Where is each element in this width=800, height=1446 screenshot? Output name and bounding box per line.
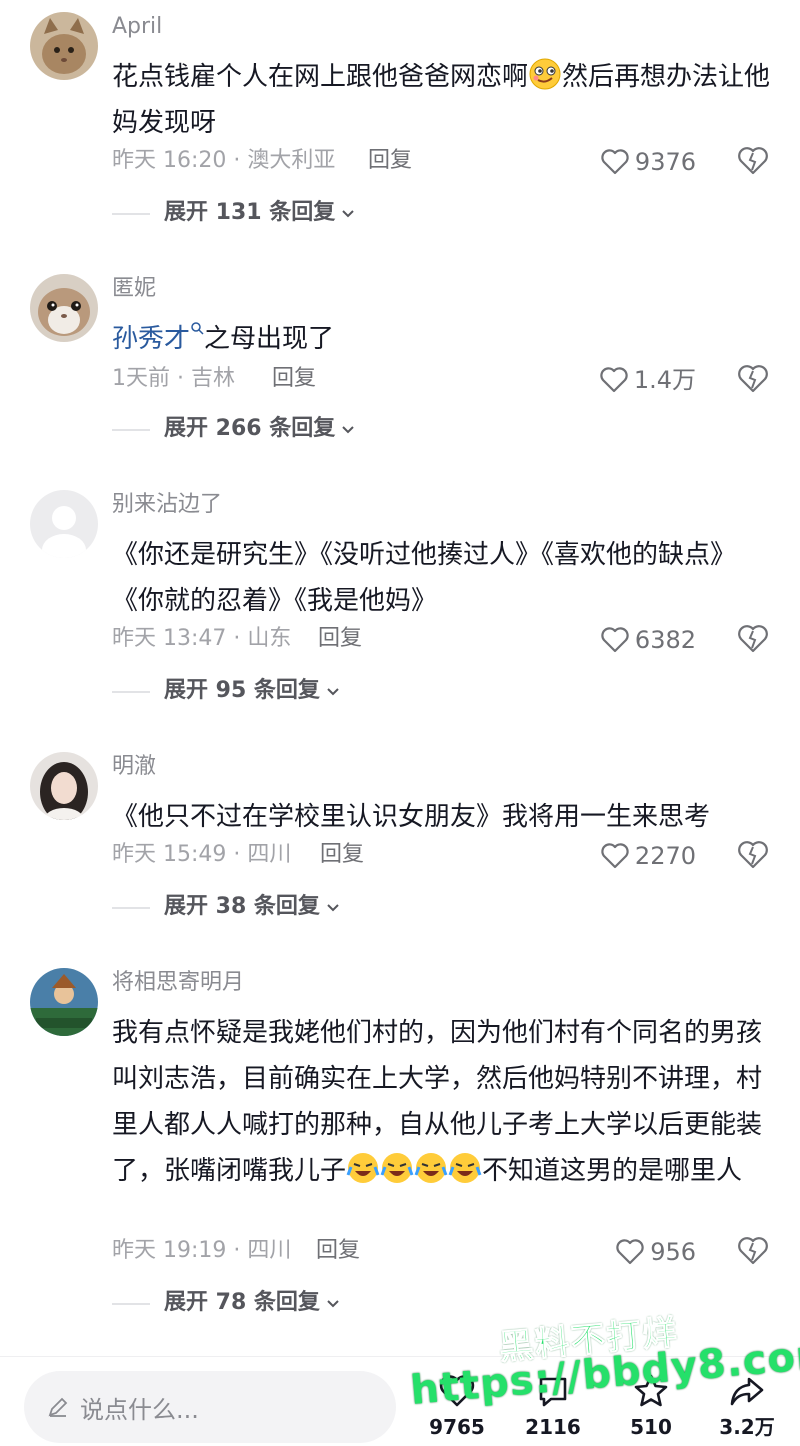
comment-meta: 昨天 13:47 · 山东 回复 (112, 624, 362, 654)
comment-text: 《他只不过在学校里认识女朋友》我将用一生来思考 (112, 802, 711, 832)
dislike-icon[interactable] (736, 838, 770, 872)
chevron-down-icon (342, 426, 354, 434)
like-button[interactable]: 9376 (599, 146, 696, 178)
reply-button[interactable]: 回复 (368, 146, 412, 176)
avatar[interactable] (30, 12, 98, 80)
watermark: 黑料不打烊 https://bbdy8.com (405, 1288, 800, 1446)
like-count: 9376 (634, 148, 696, 176)
comment-meta: 昨天 16:20 · 澳大利亚 回复 (112, 146, 412, 176)
dislike-icon[interactable] (736, 622, 770, 656)
heart-outline-icon (601, 843, 629, 869)
heart-outline-icon (600, 367, 628, 393)
chevron-down-icon (327, 688, 339, 696)
avatar[interactable] (30, 968, 98, 1036)
avatar[interactable] (30, 752, 98, 820)
heart-outline-icon (601, 149, 629, 175)
comment-input-placeholder: 说点什么... (80, 1395, 199, 1424)
pencil-icon (48, 1397, 68, 1417)
expand-replies-button[interactable]: 展开 131 条回复 (112, 198, 357, 228)
search-icon (191, 322, 204, 335)
like-button[interactable]: 6382 (599, 624, 696, 656)
username[interactable]: 别来沾边了 (112, 490, 222, 520)
search-link[interactable]: 孙秀才 (112, 324, 190, 354)
divider-line (112, 691, 150, 693)
divider-line (112, 213, 150, 215)
like-button[interactable]: 2270 (599, 840, 696, 872)
dislike-icon[interactable] (736, 1234, 770, 1268)
comment-text: 花点钱雇个人在网上跟他爸爸网恋啊 然后再想办法让他妈发现呀 (112, 54, 772, 146)
comment-meta: 昨天 19:19 · 四川 回复 (112, 1236, 360, 1266)
chevron-down-icon (327, 904, 339, 912)
dislike-icon[interactable] (736, 362, 770, 396)
comment-meta: 1天前 · 吉林 回复 (112, 364, 316, 394)
username[interactable]: 将相思寄明月 (112, 968, 244, 998)
chevron-down-icon (327, 1300, 339, 1308)
like-button[interactable]: 1.4万 (598, 364, 696, 396)
avatar[interactable] (30, 274, 98, 342)
username[interactable]: 匿妮 (112, 274, 156, 304)
heart-outline-icon (616, 1239, 644, 1265)
comment-input[interactable]: 说点什么... (24, 1371, 396, 1443)
expand-replies-button[interactable]: 展开 95 条回复 (112, 676, 342, 706)
like-count: 956 (650, 1238, 696, 1266)
like-button[interactable]: 956 (614, 1236, 696, 1268)
dislike-icon[interactable] (736, 144, 770, 178)
comment-text: 孙秀才 之母出现了 (112, 316, 772, 362)
comment-meta: 昨天 15:49 · 四川 回复 (112, 840, 364, 870)
divider-line (112, 1303, 150, 1305)
reply-button[interactable]: 回复 (272, 364, 316, 394)
smirk-face-icon (529, 58, 561, 90)
avatar[interactable] (30, 490, 98, 558)
heart-outline-icon (601, 627, 629, 653)
reply-button[interactable]: 回复 (316, 1236, 360, 1266)
chevron-down-icon (342, 210, 354, 218)
rolling-laughing-icon (346, 1153, 482, 1186)
expand-replies-button[interactable]: 展开 38 条回复 (112, 892, 342, 922)
comment-text: 我有点怀疑是我姥他们村的，因为他们村有个同名的男孩叫刘志浩，目前确实在上大学，然… (112, 1018, 763, 1186)
reply-button[interactable]: 回复 (318, 624, 362, 654)
expand-replies-button[interactable]: 展开 78 条回复 (112, 1288, 342, 1318)
comment-text: 《你还是研究生》《没听过他揍过人》《喜欢他的缺点》《你就的忍着》《我是他妈》 (112, 540, 737, 616)
expand-replies-button[interactable]: 展开 266 条回复 (112, 414, 357, 444)
divider-line (112, 907, 150, 909)
username[interactable]: April (112, 12, 162, 42)
like-count: 1.4万 (633, 366, 696, 394)
like-count: 6382 (634, 626, 696, 654)
reply-button[interactable]: 回复 (320, 840, 364, 870)
username[interactable]: 明澈 (112, 752, 156, 782)
divider-line (112, 429, 150, 431)
like-count: 2270 (634, 842, 696, 870)
